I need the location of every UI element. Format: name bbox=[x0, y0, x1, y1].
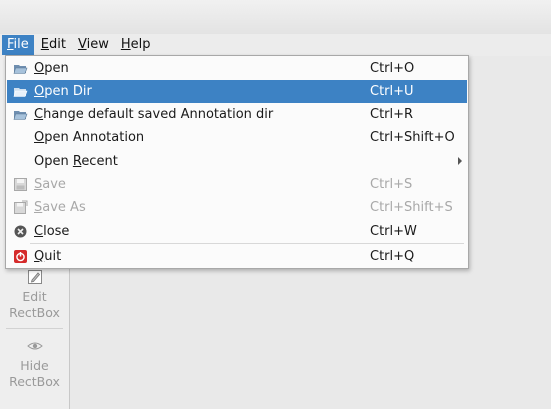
menu-item-open-label: Open bbox=[34, 61, 69, 76]
menu-item-save-as: Save As Ctrl+Shift+S bbox=[7, 196, 467, 219]
menu-help-mnemonic: H bbox=[120, 37, 131, 52]
menu-item-quit-label: Quit bbox=[34, 249, 62, 264]
menu-item-save-as-shortcut: Ctrl+Shift+S bbox=[370, 200, 453, 215]
menu-item-save-shortcut: Ctrl+S bbox=[370, 177, 413, 192]
menu-item-change-save-dir-label: Change default saved Annotation dir bbox=[34, 107, 274, 122]
menu-item-close[interactable]: Close Ctrl+W bbox=[7, 220, 467, 243]
menu-item-save-label: Save bbox=[34, 177, 66, 192]
hide-rectbox-label-line2: RectBox bbox=[9, 374, 60, 389]
menu-item-open-annotation-label: Open Annotation bbox=[34, 130, 145, 145]
menu-item-quit-shortcut: Ctrl+Q bbox=[370, 249, 415, 264]
close-icon bbox=[14, 225, 27, 238]
menu-item-open-shortcut: Ctrl+O bbox=[370, 61, 415, 76]
menu-item-open-dir-label: Open Dir bbox=[34, 84, 92, 99]
submenu-arrow-icon bbox=[458, 157, 462, 165]
menu-help[interactable]: Help bbox=[116, 35, 156, 55]
folder-open-icon bbox=[13, 88, 28, 97]
menu-help-label: elp bbox=[130, 37, 151, 52]
menu-edit-mnemonic: E bbox=[40, 37, 49, 52]
folder-open-icon bbox=[13, 65, 28, 74]
save-icon bbox=[14, 178, 27, 191]
menu-view[interactable]: View bbox=[73, 35, 114, 55]
edit-rectbox-label-line1: Edit bbox=[22, 289, 47, 304]
menu-bar: File Edit View Help bbox=[0, 34, 551, 56]
menu-item-open[interactable]: Open Ctrl+O bbox=[7, 57, 467, 80]
menu-item-open-annotation[interactable]: Open Annotation Ctrl+Shift+O bbox=[7, 126, 467, 149]
menu-item-save: Save Ctrl+S bbox=[7, 173, 467, 196]
save-as-icon bbox=[14, 200, 28, 214]
eye-icon bbox=[26, 342, 43, 350]
hide-rectbox-label-line1: Hide bbox=[20, 358, 49, 373]
menu-item-close-shortcut: Ctrl+W bbox=[370, 224, 417, 239]
edit-rectbox-button[interactable]: Edit RectBox bbox=[0, 269, 69, 321]
edit-icon bbox=[27, 270, 42, 284]
menu-file[interactable]: File bbox=[2, 35, 34, 55]
quit-icon bbox=[14, 250, 27, 263]
file-menu-dropdown: Open Ctrl+O Open Dir Ctrl+U Change defau… bbox=[5, 55, 469, 269]
menu-view-mnemonic: V bbox=[77, 37, 87, 52]
menu-separator bbox=[30, 243, 464, 244]
menu-item-close-label: Close bbox=[34, 224, 70, 239]
menu-item-open-dir[interactable]: Open Dir Ctrl+U bbox=[7, 80, 467, 103]
edit-rectbox-label-line2: RectBox bbox=[9, 305, 60, 320]
menu-item-save-as-label: Save As bbox=[34, 200, 86, 215]
window-titlebar bbox=[0, 0, 551, 34]
menu-item-change-save-dir[interactable]: Change default saved Annotation dir Ctrl… bbox=[7, 103, 467, 126]
menu-item-change-save-dir-shortcut: Ctrl+R bbox=[370, 107, 414, 122]
toolbar-separator bbox=[6, 328, 63, 329]
hide-rectbox-button[interactable]: Hide RectBox bbox=[0, 338, 69, 390]
menu-item-open-dir-shortcut: Ctrl+U bbox=[370, 84, 414, 99]
menu-item-quit[interactable]: Quit Ctrl+Q bbox=[7, 245, 467, 268]
menu-edit-label: dit bbox=[49, 37, 66, 52]
folder-open-icon bbox=[13, 111, 28, 120]
menu-file-label: ile bbox=[13, 37, 29, 52]
menu-edit[interactable]: Edit bbox=[36, 35, 71, 55]
menu-item-open-recent-label: Open Recent bbox=[34, 154, 118, 169]
menu-item-open-annotation-shortcut: Ctrl+Shift+O bbox=[370, 130, 455, 145]
menu-item-open-recent[interactable]: Open Recent bbox=[7, 150, 467, 173]
menu-view-label: iew bbox=[86, 37, 109, 52]
